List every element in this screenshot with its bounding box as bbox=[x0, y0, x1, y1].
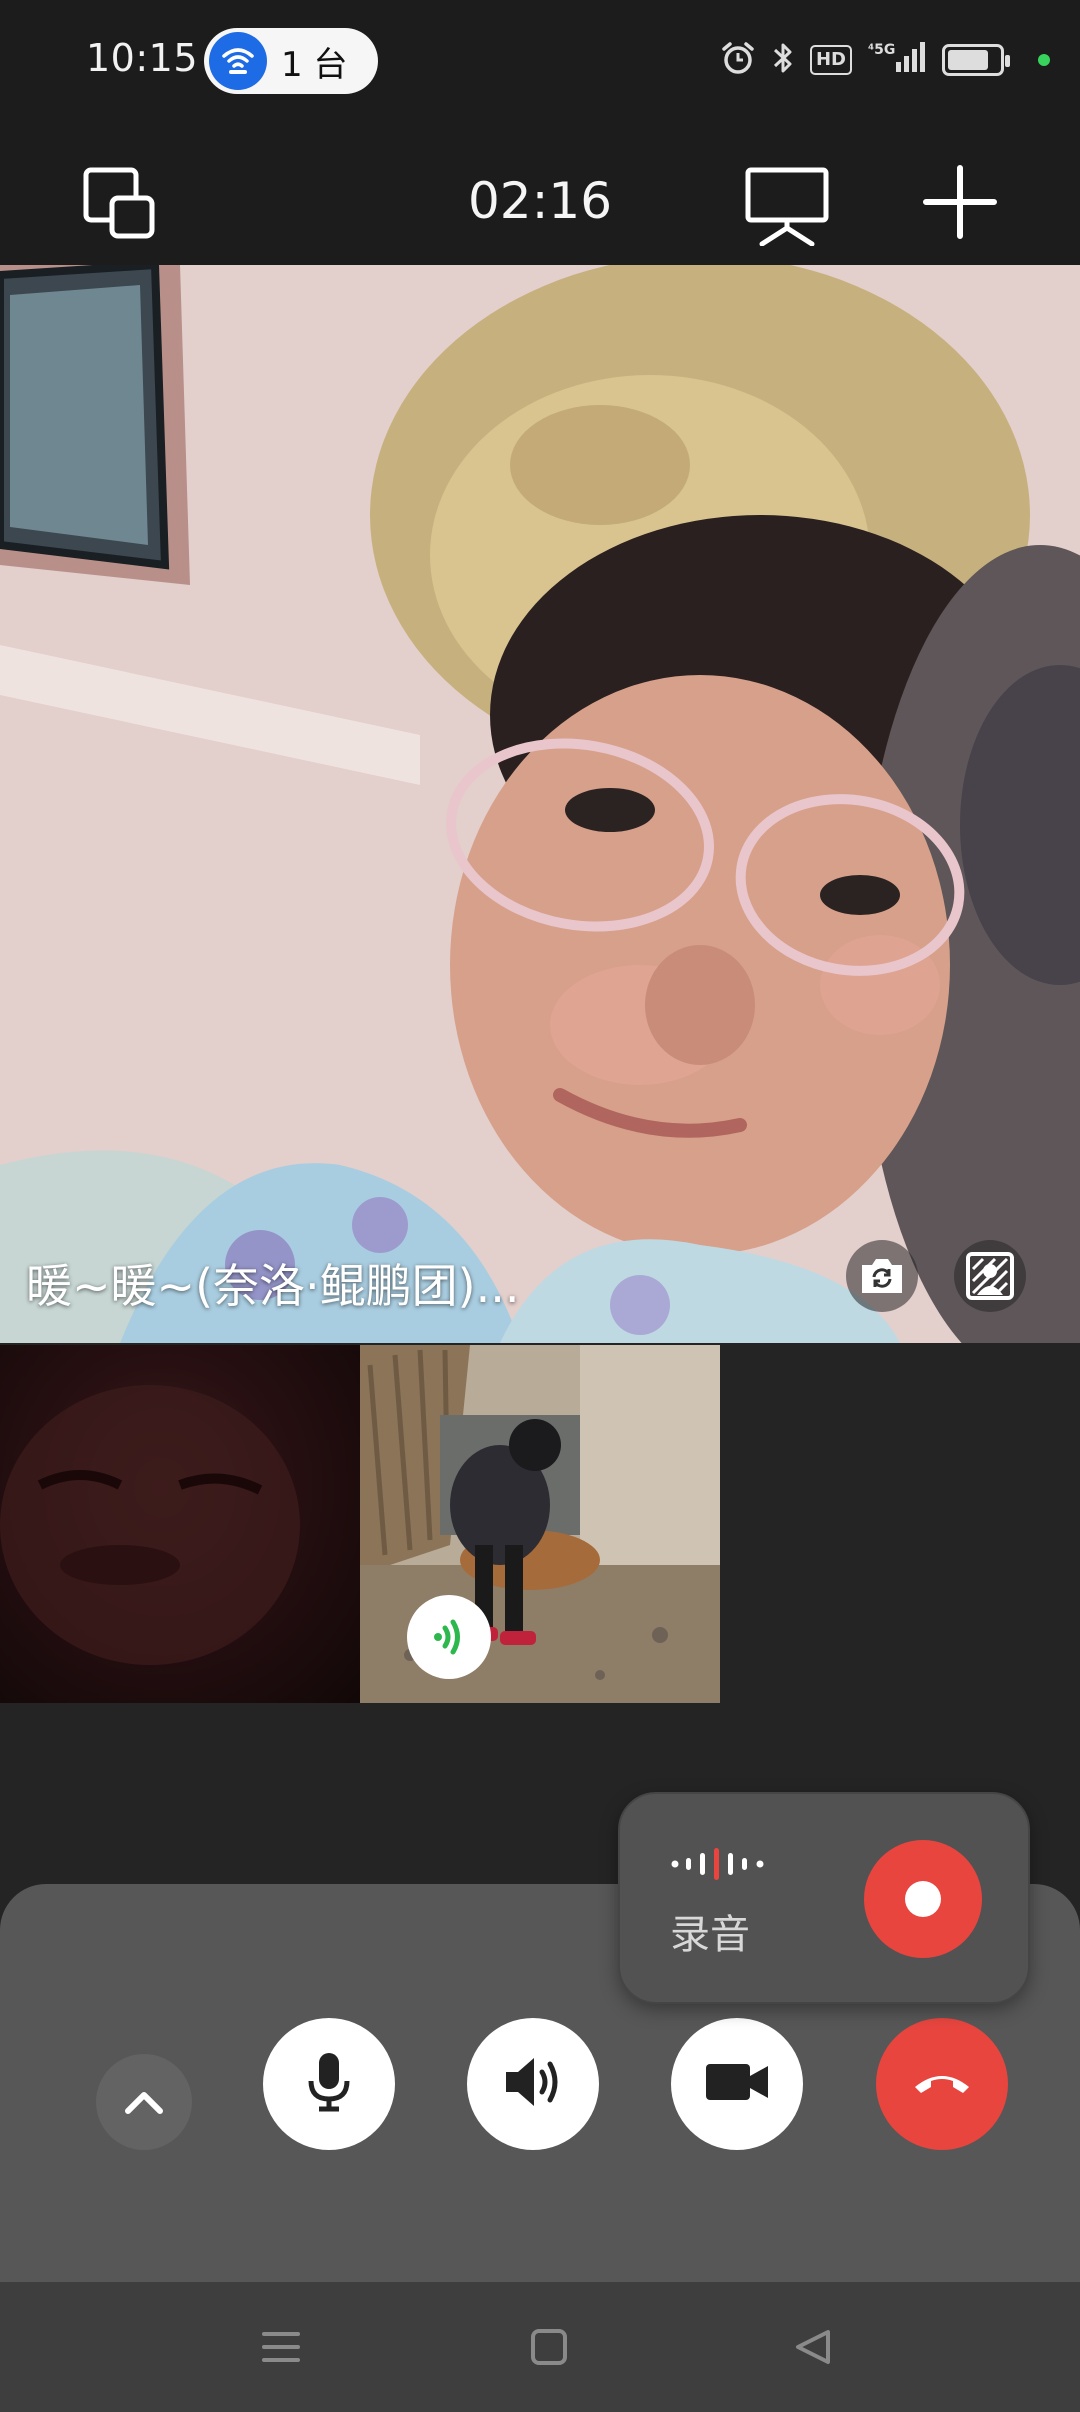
main-video-feed[interactable]: 暖~暖~(奈洛·鲲鹏团)... bbox=[0, 265, 1080, 1343]
battery-icon bbox=[942, 44, 1010, 76]
system-nav-bar bbox=[0, 2282, 1080, 2412]
camera-toggle-button[interactable] bbox=[671, 2018, 803, 2150]
privacy-indicator-dot bbox=[1038, 54, 1050, 66]
back-icon[interactable] bbox=[794, 2328, 832, 2370]
participant-thumbnail[interactable] bbox=[0, 1345, 360, 1703]
remote-video-image bbox=[0, 265, 1080, 1343]
bluetooth-icon bbox=[770, 40, 796, 80]
add-icon[interactable] bbox=[922, 164, 998, 244]
menu-icon[interactable] bbox=[262, 2328, 300, 2370]
screen-share-icon[interactable] bbox=[744, 166, 830, 250]
hd-badge: HD bbox=[809, 45, 852, 75]
status-time: 10:15 bbox=[86, 36, 199, 80]
status-bar: 10:15 1 台 HD ⁴5G bbox=[0, 0, 1080, 120]
alarm-icon bbox=[720, 40, 756, 80]
hang-up-icon bbox=[911, 2067, 973, 2101]
participant-video-image bbox=[0, 1385, 300, 1665]
speaker-icon bbox=[502, 2054, 564, 2114]
call-toolbar: 02:16 bbox=[0, 120, 1080, 265]
speaking-indicator-icon bbox=[407, 1595, 491, 1679]
record-label: 录音 bbox=[670, 1912, 750, 1958]
flip-camera-icon[interactable] bbox=[846, 1240, 918, 1312]
chevron-up-icon[interactable] bbox=[96, 2054, 192, 2150]
home-icon[interactable] bbox=[530, 2328, 568, 2370]
svg-text:⁴5G: ⁴5G bbox=[868, 42, 895, 58]
hang-up-button[interactable] bbox=[876, 2018, 1008, 2150]
recording-popup: 录音 bbox=[618, 1792, 1030, 2004]
record-button[interactable] bbox=[864, 1840, 982, 1958]
hotspot-count: 1 台 bbox=[281, 44, 348, 85]
participant-thumbnail[interactable] bbox=[360, 1345, 720, 1703]
call-duration: 02:16 bbox=[467, 172, 613, 230]
speaker-button[interactable] bbox=[467, 2018, 599, 2150]
background-icon[interactable] bbox=[954, 1240, 1026, 1312]
microphone-icon bbox=[305, 2051, 353, 2117]
status-icons: HD ⁴5G bbox=[720, 40, 1050, 80]
audio-waveform-icon bbox=[670, 1846, 770, 1886]
record-dot-icon bbox=[905, 1881, 941, 1917]
signal-5g-icon: ⁴5G bbox=[866, 40, 928, 80]
caller-name: 暖~暖~(奈洛·鲲鹏团)... bbox=[26, 1259, 520, 1313]
hotspot-indicator[interactable]: 1 台 bbox=[204, 28, 378, 94]
video-camera-icon bbox=[704, 2060, 770, 2108]
mute-button[interactable] bbox=[263, 2018, 395, 2150]
hotspot-icon bbox=[209, 32, 267, 90]
